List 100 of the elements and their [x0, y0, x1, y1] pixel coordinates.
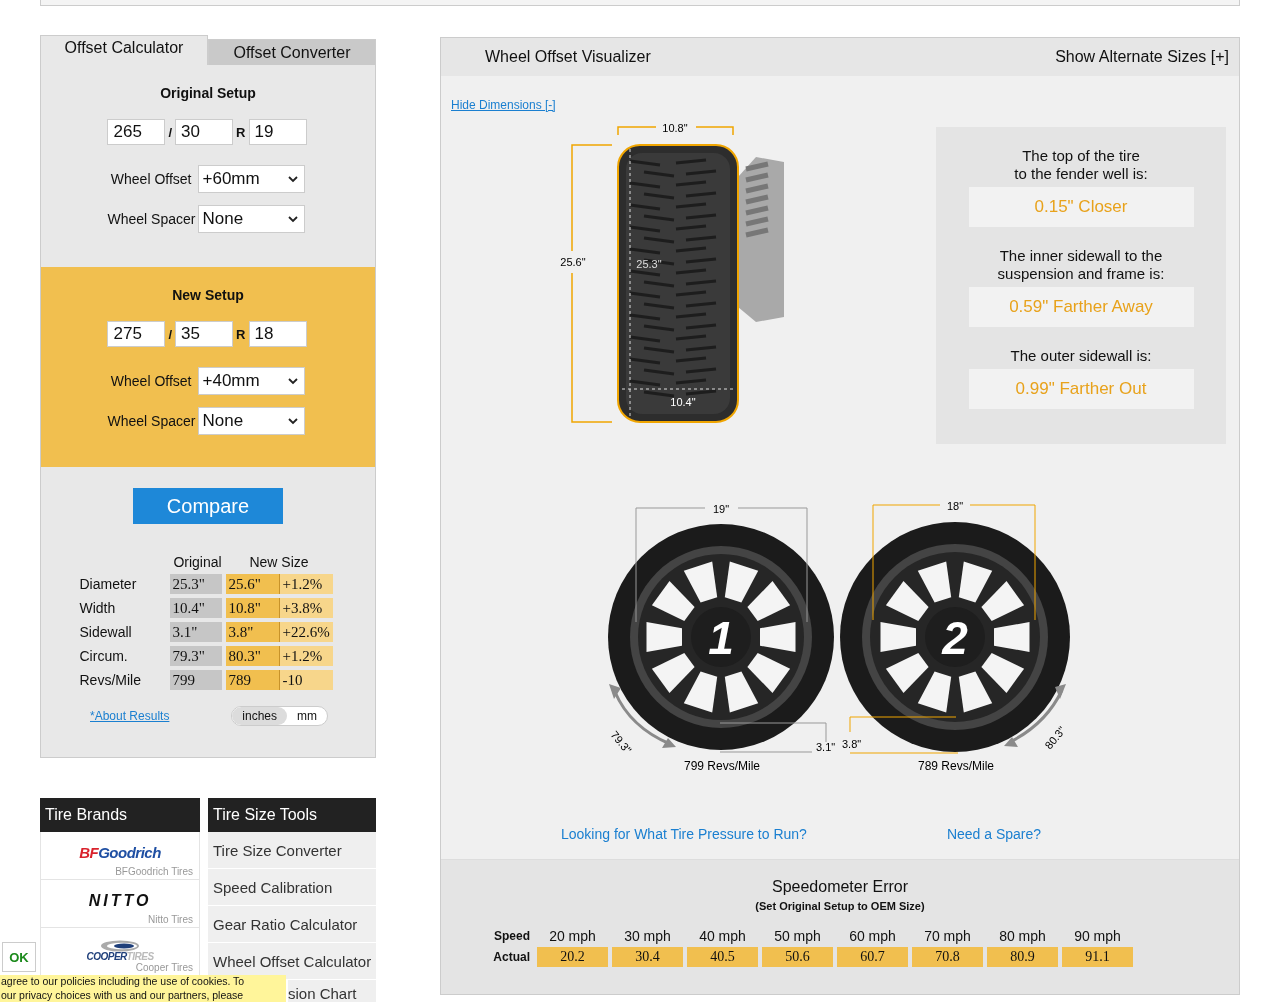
spacer-select[interactable]: None: [197, 205, 305, 233]
swoosh-icon: [100, 940, 140, 952]
rim-diameter-field[interactable]: 19: [248, 119, 307, 145]
chevron-icon: [287, 215, 298, 223]
banner-text: our privacy choices with us and our partners, please: [1, 988, 245, 1002]
speed-value: 50 mph: [773, 928, 822, 944]
table-cell: 25.6": [225, 574, 280, 594]
circumference-arrow: [1004, 684, 1066, 747]
comparison-text: The top of the tire to the fender well is:: [1014, 147, 1148, 183]
revs-label: 799 Revs/Mile: [684, 759, 760, 773]
dimension-label: 10.4": [670, 396, 696, 408]
separator-text: /: [168, 124, 173, 140]
wheel-number: 1: [708, 612, 734, 664]
actual-speed-cell: 91.1: [1062, 947, 1133, 967]
dimension-label: 3.1": [816, 741, 836, 753]
tool-link[interactable]: sion Chart: [288, 980, 376, 1002]
column-header: New Size: [248, 554, 310, 570]
panel-title: Wheel Offset Visualizer: [485, 48, 651, 66]
brand-logo[interactable]: COOPERTIRES: [86, 946, 154, 963]
tire-width-field[interactable]: 275: [107, 321, 166, 347]
tab[interactable]: Offset Converter: [208, 39, 376, 65]
table-cell: 789: [225, 670, 280, 690]
spacer-select[interactable]: None: [197, 407, 305, 435]
unit-option[interactable]: inches: [232, 707, 287, 725]
hide-dimensions-link[interactable]: Hide Dimensions [-]: [451, 98, 556, 112]
wheel-number: 2: [942, 612, 968, 664]
list-header: Tire Size Tools: [208, 798, 376, 832]
table-cell: 25.3": [169, 574, 222, 594]
row-label: Width: [79, 600, 117, 616]
row-label: Circum.: [79, 648, 129, 664]
list-header: Tire Brands: [40, 798, 200, 832]
table-cell: 79.3": [169, 646, 222, 666]
brand-caption: Nitto Tires: [148, 914, 193, 925]
field-label: Wheel Offset: [109, 171, 192, 187]
row-label: Speed: [493, 929, 531, 943]
actual-speed-cell: 40.5: [687, 947, 758, 967]
comparison-text: The inner sidewall to the suspension and frame is:: [997, 247, 1165, 283]
actual-speed-cell: 60.7: [837, 947, 908, 967]
actual-speed-cell: 30.4: [612, 947, 683, 967]
info-link[interactable]: Need a Spare?: [946, 826, 1042, 842]
speed-value: 80 mph: [998, 928, 1047, 944]
section-subtitle: (Set Original Setup to OEM Size): [755, 900, 925, 912]
table-cell: +1.2%: [279, 646, 333, 666]
section-title: New Setup: [172, 287, 244, 303]
ok-button[interactable]: OK: [2, 942, 36, 972]
table-cell: -10: [279, 670, 333, 690]
column-header: Original: [172, 554, 223, 570]
speed-value: 60 mph: [848, 928, 897, 944]
row-label: Actual: [492, 950, 531, 964]
aspect-ratio-field[interactable]: 30: [175, 119, 234, 145]
dimension-label: 25.3": [636, 258, 662, 270]
speed-value: 20 mph: [548, 928, 597, 944]
tab[interactable]: Offset Calculator: [40, 35, 208, 65]
offset-select[interactable]: +40mm: [197, 367, 305, 395]
rim-prefix: R: [236, 124, 246, 140]
comparison-value: 0.59" Farther Away: [968, 287, 1194, 327]
row-label: Diameter: [79, 576, 138, 592]
dimension-label: 19": [712, 503, 730, 515]
brand-logo[interactable]: BFGoodrich: [79, 844, 161, 861]
offset-select[interactable]: +60mm: [197, 165, 305, 193]
table-cell: 80.3": [225, 646, 280, 666]
rim-prefix: R: [236, 326, 246, 342]
compare-button[interactable]: Compare: [133, 488, 283, 524]
table-cell: 10.4": [169, 598, 222, 618]
chevron-icon: [287, 175, 298, 183]
row-label: Sidewall: [79, 624, 133, 640]
dimension-label: 3.8": [842, 738, 862, 750]
table-cell: 3.8": [225, 622, 280, 642]
tool-link[interactable]: Speed Calibration: [208, 869, 376, 906]
comparison-value: 0.15" Closer: [968, 187, 1194, 227]
info-link[interactable]: Looking for What Tire Pressure to Run?: [561, 826, 807, 842]
brand-logo[interactable]: NITTO: [88, 891, 152, 910]
dimension-label: 18": [946, 500, 964, 512]
rim-diameter-field[interactable]: 18: [248, 321, 307, 347]
field-label: Wheel Offset: [109, 373, 192, 389]
actual-speed-cell: 80.9: [987, 947, 1058, 967]
actual-speed-cell: 70.8: [912, 947, 983, 967]
separator-text: /: [168, 326, 173, 342]
aspect-ratio-field[interactable]: 35: [175, 321, 234, 347]
tire-width-field[interactable]: 265: [107, 119, 166, 145]
brand-caption: BFGoodrich Tires: [115, 866, 193, 877]
speed-value: 90 mph: [1073, 928, 1122, 944]
table-cell: 799: [169, 670, 222, 690]
speed-value: 70 mph: [923, 928, 972, 944]
table-cell: +22.6%: [279, 622, 333, 642]
unit-option[interactable]: mm: [287, 707, 327, 725]
chevron-icon: [287, 377, 298, 385]
table-cell: 3.1": [169, 622, 222, 642]
table-cell: +3.8%: [279, 598, 333, 618]
about-results-link[interactable]: *About Results: [90, 709, 170, 723]
alternate-sizes-link[interactable]: Show Alternate Sizes [+]: [1055, 48, 1229, 66]
table-cell: 10.8": [225, 598, 280, 618]
tool-link[interactable]: Gear Ratio Calculator: [208, 906, 376, 943]
actual-speed-cell: 50.6: [762, 947, 833, 967]
dimension-label: 25.6": [560, 256, 586, 268]
speed-value: 30 mph: [623, 928, 672, 944]
revs-label: 789 Revs/Mile: [918, 759, 994, 773]
speed-value: 40 mph: [698, 928, 747, 944]
brand-caption: Cooper Tires: [135, 962, 193, 973]
tool-link[interactable]: Tire Size Converter: [208, 832, 376, 869]
